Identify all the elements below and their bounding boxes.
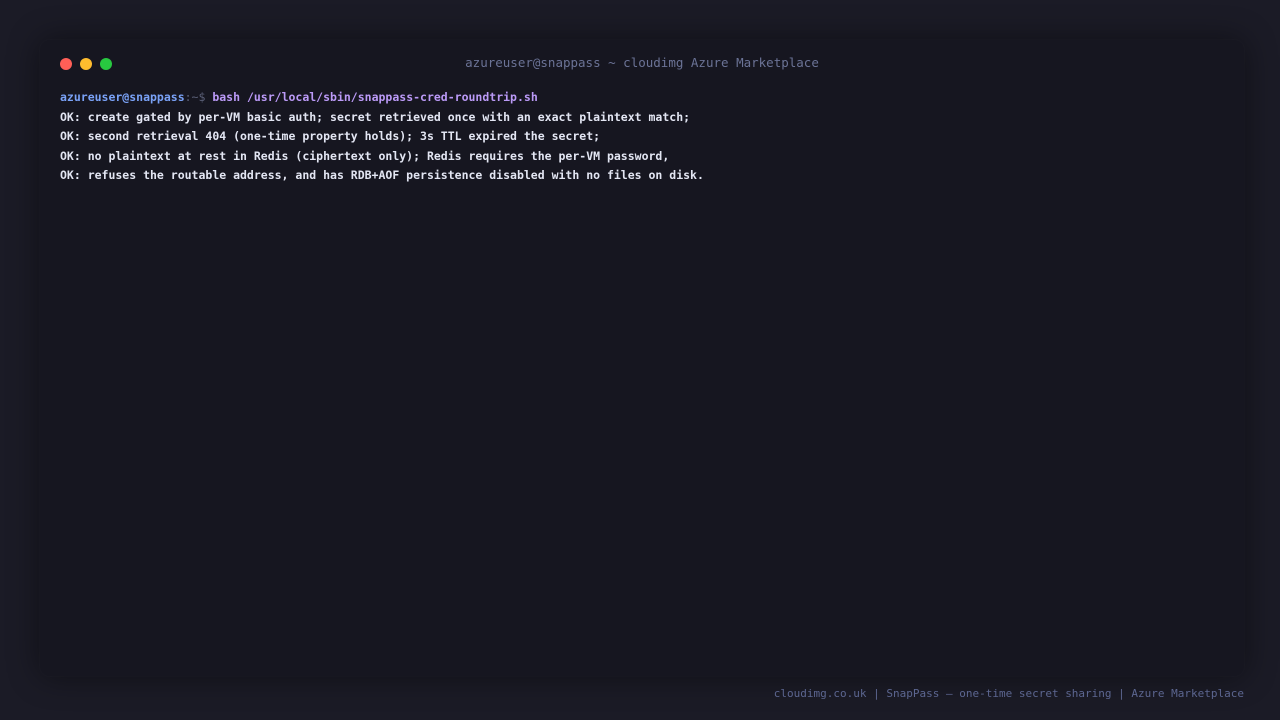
terminal-window: azureuser@snappass ~ cloudimg Azure Mark… (40, 40, 1244, 676)
terminal-output[interactable]: azureuser@snappass:~$ bash /usr/local/sb… (60, 88, 1224, 656)
output-line: OK: refuses the routable address, and ha… (60, 168, 704, 182)
prompt-line: azureuser@snappass:~$ bash /usr/local/sb… (60, 88, 1224, 108)
titlebar: azureuser@snappass ~ cloudimg Azure Mark… (40, 40, 1244, 86)
command-text: bash /usr/local/sbin/snappass-cred-round… (212, 90, 538, 104)
output-line: OK: no plaintext at rest in Redis (ciphe… (60, 148, 670, 163)
output-line: OK: create gated by per-VM basic auth; s… (60, 109, 691, 124)
window-title: azureuser@snappass ~ cloudimg Azure Mark… (465, 55, 819, 70)
footer-caption: cloudimg.co.uk | SnapPass — one-time sec… (773, 687, 1244, 700)
prompt-user-host: azureuser@snappass (60, 90, 185, 104)
output-line: OK: second retrieval 404 (one-time prope… (60, 129, 601, 143)
prompt-path: :~$ (184, 90, 213, 104)
